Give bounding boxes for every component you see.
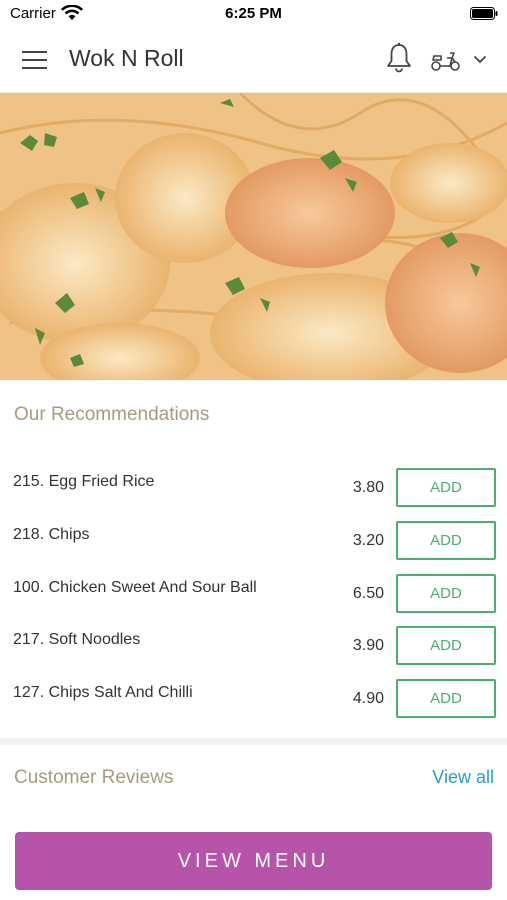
reviews-title: Customer Reviews — [14, 767, 174, 788]
delivery-mode-selector[interactable] — [430, 44, 492, 76]
recommendations-title: Our Recommendations — [14, 404, 210, 425]
menu-icon[interactable] — [22, 50, 48, 70]
section-divider — [0, 738, 507, 745]
list-item: 127. Chips Salt And Chilli 4.90 ADD — [0, 676, 507, 728]
app-title: Wok N Roll — [69, 45, 184, 71]
item-price: 4.90 — [352, 690, 384, 707]
item-name: 218. Chips — [13, 526, 90, 543]
add-button[interactable]: ADD — [396, 626, 496, 665]
app-header: Wok N Roll — [0, 28, 507, 93]
clock: 6:25 PM — [225, 5, 282, 22]
item-name: 127. Chips Salt And Chilli — [13, 684, 193, 701]
status-bar: Carrier 6:25 PM — [0, 0, 507, 28]
hero-food-image — [0, 93, 507, 380]
item-price: 3.80 — [352, 479, 384, 496]
food-photo — [0, 93, 507, 380]
list-item: 217. Soft Noodles 3.90 ADD — [0, 623, 507, 675]
item-name: 100. Chicken Sweet And Sour Ball — [13, 579, 257, 596]
item-price: 6.50 — [352, 585, 384, 602]
chevron-down-icon — [474, 56, 486, 63]
view-menu-button[interactable]: VIEW MENU — [15, 832, 492, 890]
item-name: 215. Egg Fried Rice — [13, 473, 155, 490]
add-button[interactable]: ADD — [396, 679, 496, 718]
battery-icon — [470, 7, 498, 20]
item-price: 3.90 — [352, 637, 384, 654]
bell-icon[interactable] — [385, 42, 413, 74]
item-price: 3.20 — [352, 532, 384, 549]
view-all-reviews-link[interactable]: View all — [432, 767, 494, 788]
add-button[interactable]: ADD — [396, 468, 496, 507]
list-item: 100. Chicken Sweet And Sour Ball 6.50 AD… — [0, 571, 507, 623]
add-button[interactable]: ADD — [396, 521, 496, 560]
add-button[interactable]: ADD — [396, 574, 496, 613]
item-name: 217. Soft Noodles — [13, 631, 141, 648]
list-item: 218. Chips 3.20 ADD — [0, 518, 507, 570]
scooter-icon — [431, 52, 460, 71]
list-item: 215. Egg Fried Rice 3.80 ADD — [0, 465, 507, 517]
